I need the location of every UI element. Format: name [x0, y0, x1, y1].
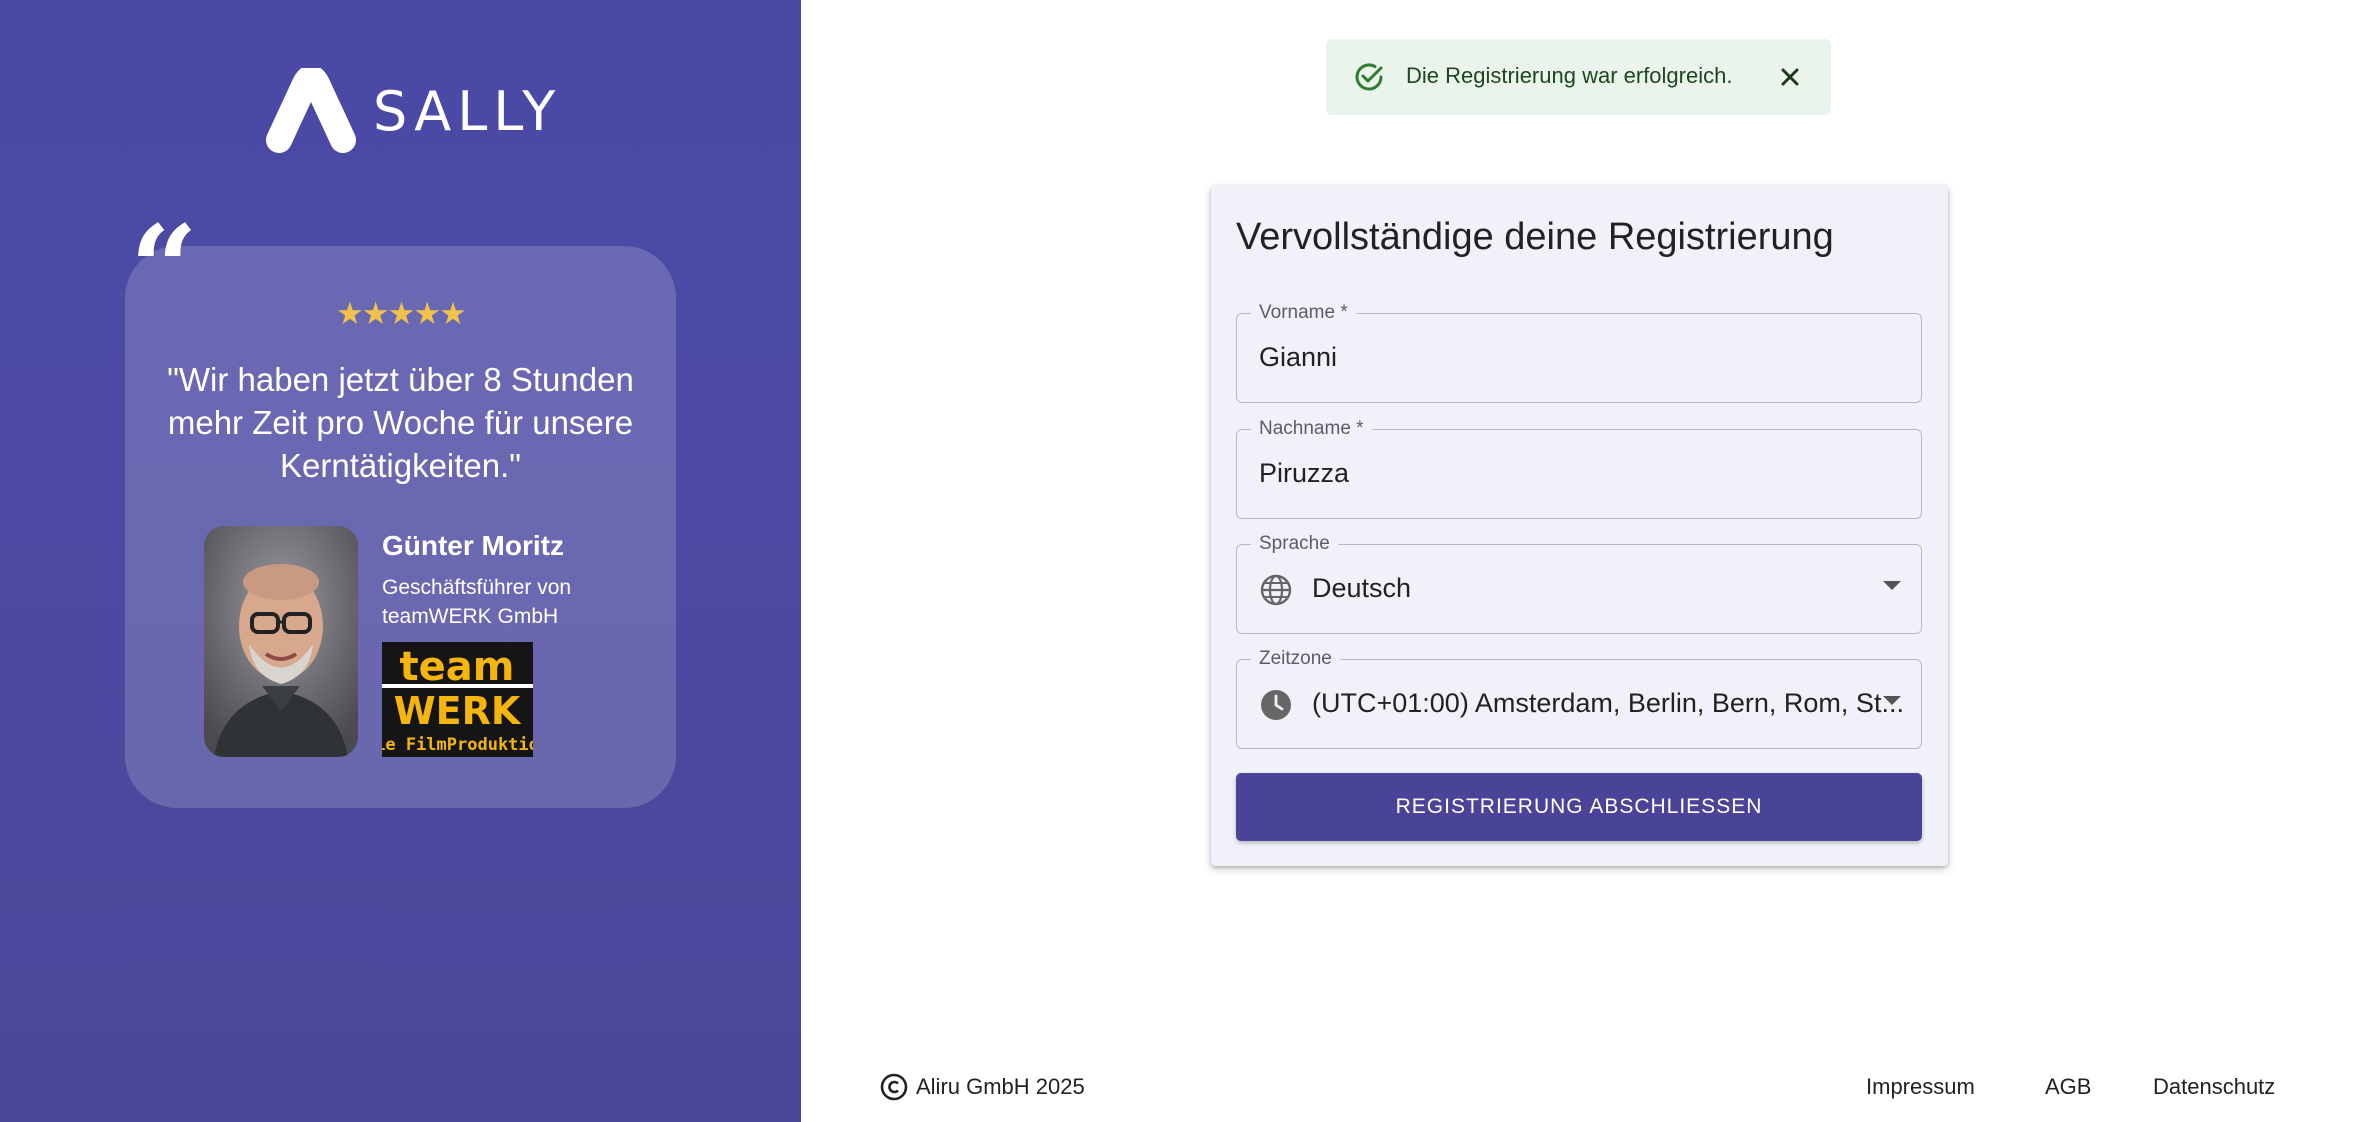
success-toast: Die Registrierung war erfolgreich. — [1326, 39, 1831, 115]
testimonial-quote: "Wir haben jetzt über 8 Stunden mehr Zei… — [167, 361, 634, 484]
person-photo — [204, 526, 358, 757]
timezone-select[interactable]: Zeitzone (UTC+01:00) Amsterdam, Berlin, … — [1236, 647, 1922, 749]
agb-link[interactable]: AGB — [2045, 1074, 2091, 1100]
copyright: Aliru GmbH 2025 — [880, 1073, 1085, 1101]
registration-form: Vervollständige deine Registrierung Vorn… — [1211, 186, 1948, 866]
toast-message: Die Registrierung war erfolgreich. — [1406, 63, 1733, 88]
svg-text:WERK: WERK — [394, 689, 522, 733]
sally-logo: SALLY — [265, 68, 561, 154]
brand-name: SALLY — [373, 79, 562, 143]
last-name-field[interactable]: Nachname * Piruzza — [1236, 417, 1922, 519]
sally-logo-icon — [266, 68, 356, 153]
first-name-field[interactable]: Vorname * Gianni — [1236, 301, 1922, 403]
chevron-down-icon[interactable] — [1883, 696, 1901, 705]
globe-icon — [1260, 574, 1292, 606]
close-icon[interactable] — [1776, 63, 1804, 91]
svg-text:team: team — [400, 644, 515, 690]
timezone-value: (UTC+01:00) Amsterdam, Berlin, Bern, Rom… — [1312, 688, 1904, 718]
check-circle-icon — [1355, 63, 1383, 91]
star-rating: ★★★★★ — [336, 296, 467, 331]
person-name: Günter Moritz — [382, 530, 564, 561]
form-title: Vervollständige deine Registrierung — [1236, 216, 1834, 258]
copyright-icon — [880, 1073, 908, 1101]
first-name-label: Vorname * — [1251, 301, 1356, 325]
last-name-label: Nachname * — [1251, 417, 1372, 441]
clock-icon — [1261, 690, 1291, 720]
person-role: Geschäftsführer von teamWERK GmbH — [382, 576, 572, 628]
timezone-label: Zeitzone — [1251, 647, 1340, 671]
language-label: Sprache — [1251, 532, 1338, 556]
impressum-link[interactable]: Impressum — [1866, 1074, 1975, 1100]
left-panel: SALLY “ ★★★★★ "Wir haben jetzt über 8 St… — [0, 0, 801, 1122]
language-select[interactable]: Sprache Deutsch — [1236, 532, 1922, 634]
chevron-down-icon[interactable] — [1883, 581, 1901, 590]
teamwerk-logo: team WERK Die FilmProduktion — [365, 642, 549, 757]
language-value: Deutsch — [1312, 573, 1412, 603]
datenschutz-link[interactable]: Datenschutz — [2153, 1074, 2275, 1100]
svg-text:Die FilmProduktion: Die FilmProduktion — [382, 735, 533, 755]
last-name-value[interactable]: Piruzza — [1259, 458, 1349, 489]
first-name-value[interactable]: Gianni — [1259, 342, 1337, 373]
complete-registration-button[interactable]: REGISTRIERUNG ABSCHLIESSEN — [1236, 773, 1922, 841]
testimonial-card: ★★★★★ "Wir haben jetzt über 8 Stunden me… — [125, 246, 676, 808]
copyright-text: Aliru GmbH 2025 — [916, 1074, 1085, 1099]
